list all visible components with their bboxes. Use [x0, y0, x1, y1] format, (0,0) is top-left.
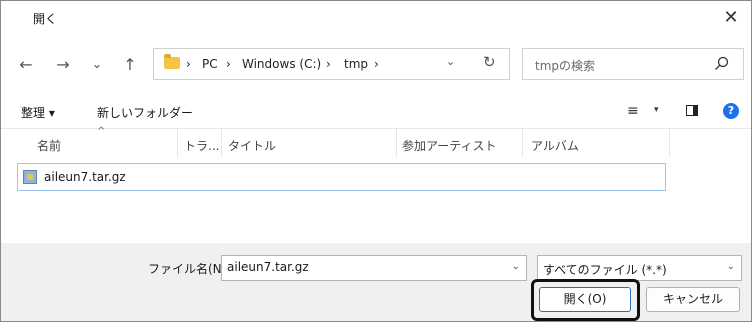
- view-dropdown-icon[interactable]: ▾: [654, 105, 659, 115]
- command-bar: 整理 ▾ 新しいフォルダー ≡ ▾ ?: [1, 95, 751, 129]
- column-header-title[interactable]: タイトル: [228, 137, 276, 154]
- cancel-button[interactable]: キャンセル: [646, 287, 740, 312]
- sort-ascending-icon: ^: [97, 126, 106, 137]
- archive-file-icon: [23, 170, 37, 184]
- file-name[interactable]: aileun7.tar.gz: [44, 170, 126, 184]
- close-icon[interactable]: ✕: [711, 1, 751, 35]
- filename-input[interactable]: [227, 260, 497, 274]
- help-icon[interactable]: ?: [723, 103, 739, 119]
- open-file-dialog: 開く ✕ ← → ⌄ ↑ › PC › Windows (C:) › tmp ›…: [0, 0, 752, 322]
- open-button[interactable]: 開く(O): [539, 287, 631, 312]
- column-divider[interactable]: [522, 129, 523, 157]
- filename-combobox[interactable]: ⌄: [221, 255, 527, 281]
- filename-label: ファイル名(N):: [148, 262, 231, 276]
- dialog-footer: ファイル名(N): ⌄ すべてのファイル (*.*) ⌄ 開く(O) キャンセル: [1, 243, 751, 321]
- file-type-filter-select[interactable]: すべてのファイル (*.*) ⌄: [537, 255, 742, 281]
- back-arrow-icon[interactable]: ←: [14, 53, 38, 77]
- file-type-filter-value: すべてのファイル (*.*): [543, 263, 667, 277]
- organize-menu-button[interactable]: 整理 ▾: [21, 104, 55, 121]
- address-bar[interactable]: › PC › Windows (C:) › tmp › ⌄ ↻: [153, 48, 510, 80]
- column-divider[interactable]: [221, 129, 222, 157]
- breadcrumb-separator: ›: [226, 57, 231, 71]
- folder-icon: [164, 54, 180, 69]
- search-icon[interactable]: [713, 55, 731, 73]
- search-placeholder[interactable]: tmpの検索: [535, 57, 595, 74]
- recent-locations-icon[interactable]: ⌄: [85, 53, 109, 77]
- breadcrumb-windows-c[interactable]: Windows (C:): [242, 57, 321, 71]
- up-arrow-icon[interactable]: ↑: [118, 53, 142, 77]
- filename-dropdown-icon[interactable]: ⌄: [512, 261, 520, 272]
- refresh-icon[interactable]: ↻: [483, 53, 496, 71]
- title-bar: 開く ✕: [1, 1, 751, 35]
- preview-pane-icon[interactable]: [686, 105, 698, 116]
- breadcrumb-separator: ›: [326, 57, 331, 71]
- column-divider[interactable]: [177, 129, 178, 157]
- filter-dropdown-icon[interactable]: ⌄: [727, 261, 735, 272]
- column-divider[interactable]: [396, 129, 397, 157]
- breadcrumb-tmp[interactable]: tmp: [344, 57, 368, 71]
- navigation-bar: ← → ⌄ ↑ › PC › Windows (C:) › tmp › ⌄ ↻ …: [1, 35, 751, 95]
- breadcrumb-separator: ›: [374, 57, 379, 71]
- dialog-title: 開く: [33, 12, 58, 26]
- view-options-icon[interactable]: ≡: [627, 103, 639, 119]
- file-row[interactable]: aileun7.tar.gz: [17, 163, 666, 191]
- column-header-artist[interactable]: 参加アーティスト: [402, 137, 497, 154]
- breadcrumb-separator: ›: [186, 57, 191, 71]
- breadcrumb-pc[interactable]: PC: [202, 57, 218, 71]
- new-folder-button[interactable]: 新しいフォルダー: [97, 104, 193, 121]
- column-header-name[interactable]: 名前: [37, 137, 61, 154]
- address-dropdown-icon[interactable]: ⌄: [446, 55, 455, 68]
- forward-arrow-icon[interactable]: →: [51, 53, 75, 77]
- column-header-track[interactable]: トラ...: [184, 137, 219, 154]
- column-header-album[interactable]: アルバム: [531, 137, 579, 154]
- search-box[interactable]: tmpの検索: [522, 48, 744, 80]
- column-divider[interactable]: [669, 129, 670, 157]
- file-list: ^ 名前 トラ... タイトル 参加アーティスト アルバム aileun7.ta…: [1, 126, 751, 243]
